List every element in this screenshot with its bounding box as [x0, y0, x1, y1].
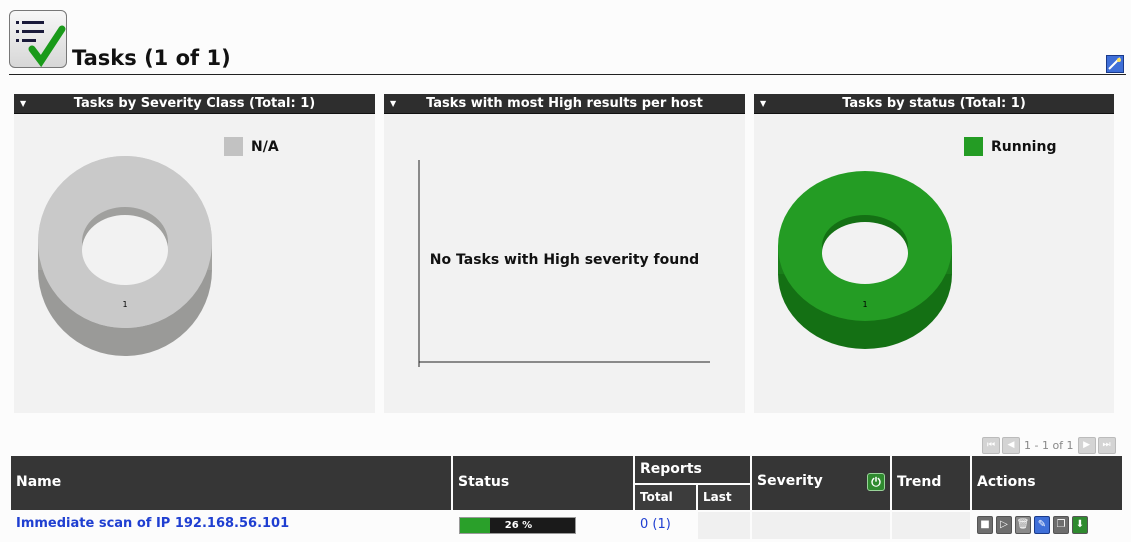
severity-class-panel: ▼ Tasks by Severity Class (Total: 1) N/A…: [14, 94, 375, 413]
high-results-panel: ▼ Tasks with most High results per host …: [384, 94, 745, 413]
reports-finished-link[interactable]: (1): [652, 517, 670, 532]
edit-icon[interactable]: ✎: [1034, 516, 1050, 534]
donut-value-label: 1: [862, 300, 867, 309]
reports-last-cell: [698, 512, 750, 539]
panel-header[interactable]: ▼ Tasks with most High results per host: [384, 94, 745, 114]
column-header-trend[interactable]: Trend: [892, 456, 970, 510]
tasks-page-icon: [9, 10, 67, 68]
column-header-name[interactable]: Name: [11, 456, 451, 510]
column-header-reports: Reports: [635, 456, 750, 483]
progress-text: 26 %: [504, 520, 533, 531]
panel-header[interactable]: ▼ Tasks by Severity Class (Total: 1): [14, 94, 375, 114]
first-page-icon[interactable]: ⏮: [982, 437, 1000, 454]
column-header-reports-total[interactable]: Total: [635, 485, 696, 510]
reports-total-link[interactable]: 0: [640, 517, 648, 532]
high-results-bar-chart: No Tasks with High severity found: [384, 122, 745, 413]
severity-donut-chart: N/A 1: [14, 122, 375, 413]
task-name-cell: Immediate scan of IP 192.168.56.101: [11, 512, 451, 539]
resume-icon[interactable]: ▷: [996, 516, 1012, 534]
column-header-actions: Actions: [972, 456, 1122, 510]
severity-power-icon[interactable]: ⏻: [867, 473, 885, 491]
pagination-text: 1 - 1 of 1: [1024, 439, 1074, 452]
panel-title: Tasks by status (Total: 1): [842, 96, 1026, 111]
new-task-wizard-icon[interactable]: [1106, 55, 1124, 73]
column-header-severity[interactable]: Severity ⏻: [752, 456, 890, 510]
export-icon[interactable]: ⬇: [1072, 516, 1088, 534]
page-title: Tasks (1 of 1): [72, 46, 231, 70]
trend-cell: [892, 512, 970, 539]
column-header-status[interactable]: Status: [453, 456, 633, 510]
trashcan-icon[interactable]: 🗑: [1015, 516, 1031, 534]
status-donut-chart: Running 1: [754, 122, 1114, 413]
reports-total-cell: 0 (1): [635, 512, 696, 539]
task-name-link[interactable]: Immediate scan of IP 192.168.56.101: [16, 516, 289, 531]
previous-page-icon[interactable]: ◀: [1002, 437, 1020, 454]
task-status-panel: ▼ Tasks by status (Total: 1) Running 1: [754, 94, 1114, 413]
panel-header[interactable]: ▼ Tasks by status (Total: 1): [754, 94, 1114, 114]
clone-icon[interactable]: ❐: [1053, 516, 1069, 534]
column-header-reports-last[interactable]: Last: [698, 485, 750, 510]
panel-title: Tasks by Severity Class (Total: 1): [73, 96, 316, 111]
title-divider: [9, 74, 1126, 75]
panel-title: Tasks with most High results per host: [426, 96, 703, 111]
stop-icon[interactable]: ■: [977, 516, 993, 534]
status-progress-bar: 26 %: [459, 517, 576, 534]
severity-cell: [752, 512, 890, 539]
next-page-icon[interactable]: ▶: [1077, 437, 1096, 454]
donut-value-label: 1: [122, 300, 127, 309]
no-data-message: No Tasks with High severity found: [429, 252, 700, 268]
pagination: ⏮ ◀ 1 - 1 of 1 ▶ ⏭: [982, 437, 1116, 454]
last-page-icon[interactable]: ⏭: [1097, 437, 1116, 454]
